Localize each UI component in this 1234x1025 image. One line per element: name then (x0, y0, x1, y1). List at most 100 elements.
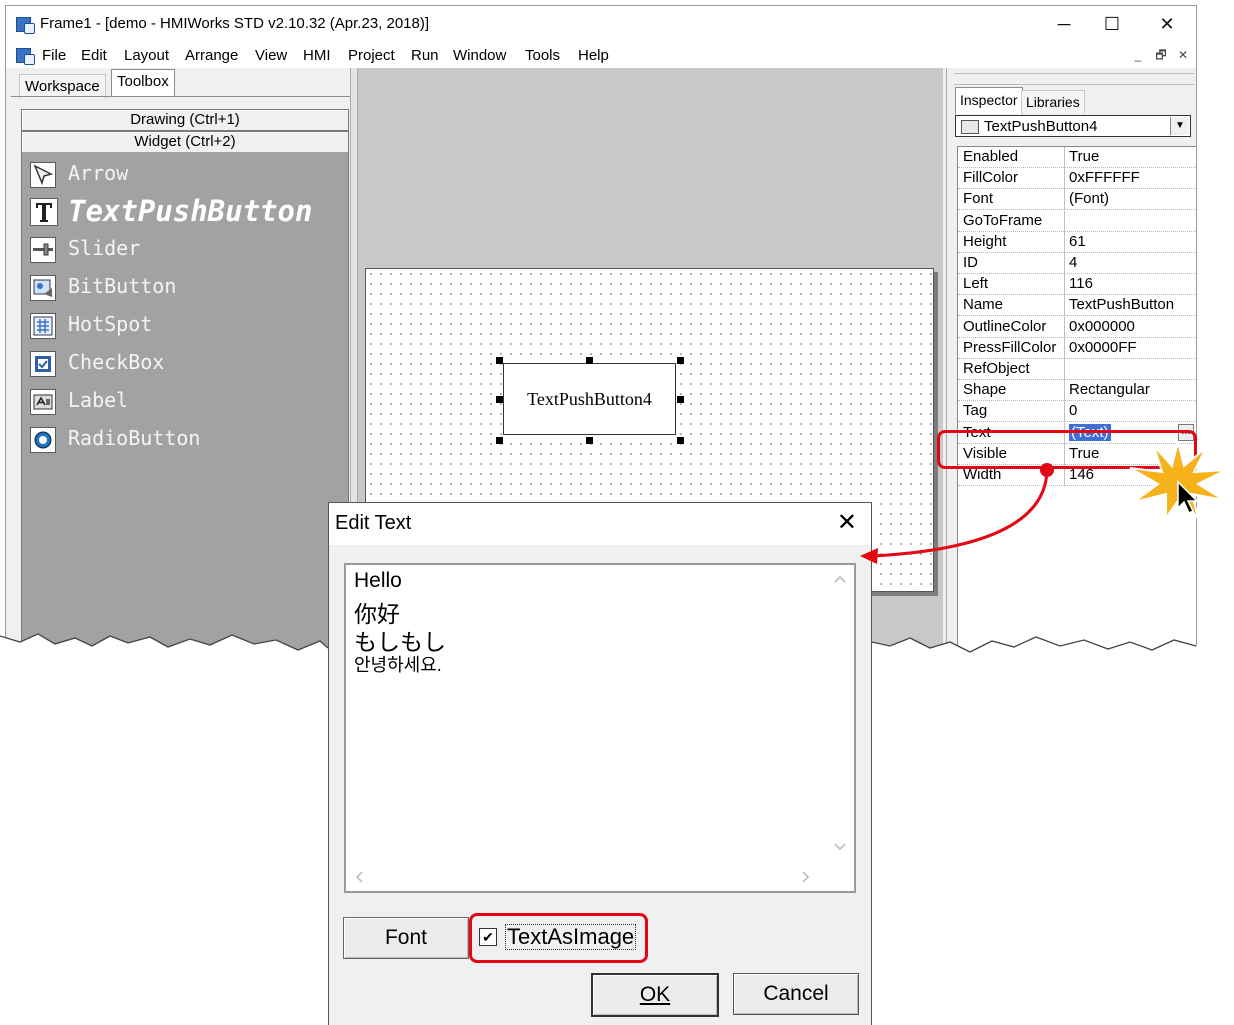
menu-arrange[interactable]: Arrange (185, 47, 238, 64)
font-button[interactable]: Font (343, 917, 469, 959)
object-selector-value: TextPushButton4 (984, 118, 1098, 135)
tool-label: TextPushButton (68, 194, 313, 228)
property-name: RefObject (963, 360, 1030, 377)
menu-view[interactable]: View (255, 47, 287, 64)
property-value[interactable]: 0x000000 (1069, 318, 1135, 335)
property-value[interactable]: 116 (1069, 275, 1093, 292)
resize-handle[interactable] (586, 357, 593, 364)
tool-label: BitButton (68, 274, 177, 298)
textpushbutton-widget[interactable]: TextPushButton4 (503, 363, 676, 435)
mdi-close-button[interactable]: ✕ (1175, 47, 1191, 63)
resize-handle[interactable] (677, 357, 684, 364)
mdi-restore-button[interactable]: 🗗 (1153, 47, 1169, 63)
menu-file[interactable]: File (42, 47, 66, 64)
property-row-pressfillcolor[interactable]: PressFillColor 0x0000FF (958, 337, 1196, 359)
resize-handle[interactable] (496, 437, 503, 444)
resize-handle[interactable] (677, 437, 684, 444)
property-row-outlinecolor[interactable]: OutlineColor 0x000000 (958, 316, 1196, 338)
mdi-minimize-button[interactable]: _ (1130, 47, 1146, 63)
property-value[interactable]: 4 (1069, 254, 1077, 271)
cursor-icon (1177, 480, 1199, 515)
menu-hmi[interactable]: HMI (303, 47, 331, 64)
tool-label: RadioButton (68, 426, 201, 450)
pane-grip[interactable] (954, 73, 1194, 85)
tab-libraries[interactable]: Libraries (1021, 90, 1085, 113)
object-type-icon (961, 120, 979, 134)
hotspot-icon (30, 313, 56, 339)
property-name: Name (963, 296, 1004, 314)
dialog-close-button[interactable]: ✕ (837, 511, 857, 535)
property-value[interactable]: 0xFFFFFF (1069, 169, 1140, 186)
property-value[interactable]: (Font) (1069, 190, 1109, 207)
property-row-tag[interactable]: Tag 0 (958, 401, 1196, 423)
chevron-down-icon[interactable] (833, 842, 847, 852)
maximize-button[interactable]: ☐ (1089, 10, 1135, 38)
tool-label: CheckBox (68, 350, 165, 374)
property-row-name[interactable]: Name TextPushButton (958, 295, 1196, 317)
column-divider (1064, 359, 1065, 380)
menu-help[interactable]: Help (578, 47, 609, 64)
menu-run[interactable]: Run (411, 47, 439, 64)
column-divider (1064, 337, 1065, 359)
resize-handle[interactable] (496, 357, 503, 364)
app-icon (16, 16, 35, 34)
property-row-gotoframe[interactable]: GoToFrame (958, 210, 1196, 232)
cancel-button[interactable]: Cancel (733, 973, 859, 1015)
property-value[interactable]: True (1069, 148, 1099, 165)
resize-handle[interactable] (586, 437, 593, 444)
property-value[interactable]: Rectangular (1069, 381, 1150, 398)
toolbox-pane: Workspace Toolbox Drawing (Ctrl+1) Widge… (11, 68, 356, 666)
close-button[interactable]: ✕ (1144, 10, 1190, 38)
toolbox-list: Arrow TextPushButton Slider BitButton Ho… (21, 152, 349, 666)
tab-inspector[interactable]: Inspector (955, 87, 1023, 114)
chevron-down-icon[interactable]: ▼ (1170, 117, 1189, 135)
menu-layout[interactable]: Layout (124, 47, 169, 64)
minimize-button[interactable]: ─ (1041, 10, 1087, 38)
property-row-shape[interactable]: Shape Rectangular (958, 380, 1196, 402)
text-editor[interactable]: Hello 你好 もしもし 안녕하세요. (344, 563, 856, 893)
vertical-scrollbar[interactable] (830, 568, 848, 858)
object-selector[interactable]: TextPushButton4 ▼ (955, 115, 1191, 137)
resize-handle[interactable] (496, 396, 503, 403)
resize-handle[interactable] (677, 396, 684, 403)
menu-tools[interactable]: Tools (525, 47, 560, 64)
property-name: GoToFrame (963, 211, 1043, 229)
menu-project[interactable]: Project (348, 47, 395, 64)
dialog-title: Edit Text (335, 512, 412, 534)
chevron-right-icon[interactable] (801, 870, 811, 884)
bitbutton-icon (30, 275, 56, 301)
property-name: ID (963, 254, 978, 271)
column-divider (1064, 380, 1065, 402)
column-divider (1064, 231, 1065, 253)
category-drawing[interactable]: Drawing (Ctrl+1) (21, 109, 349, 131)
horizontal-scrollbar[interactable] (349, 867, 819, 885)
property-value[interactable]: TextPushButton (1069, 296, 1174, 313)
property-value[interactable]: 61 (1069, 233, 1086, 250)
property-row-height[interactable]: Height 61 (958, 231, 1196, 253)
text-line: Hello (354, 569, 402, 592)
tab-toolbox[interactable]: Toolbox (111, 69, 175, 97)
column-divider (1064, 274, 1065, 296)
property-value[interactable]: 0x0000FF (1069, 339, 1137, 356)
text-icon (30, 198, 58, 226)
property-row-font[interactable]: Font (Font) (958, 189, 1196, 211)
property-row-left[interactable]: Left 116 (958, 274, 1196, 296)
chevron-left-icon[interactable] (354, 870, 364, 884)
menu-window[interactable]: Window (453, 47, 506, 64)
menu-edit[interactable]: Edit (81, 47, 107, 64)
property-row-fillcolor[interactable]: FillColor 0xFFFFFF (958, 168, 1196, 190)
property-name: Shape (963, 381, 1007, 399)
property-row-refobject[interactable]: RefObject (958, 359, 1196, 380)
column-divider (1064, 147, 1065, 168)
column-divider (1064, 253, 1065, 274)
column-divider (1064, 316, 1065, 338)
ok-button[interactable]: OK (591, 973, 719, 1017)
property-row-enabled[interactable]: Enabled True (958, 147, 1196, 168)
chevron-up-icon[interactable] (833, 574, 847, 584)
property-row-id[interactable]: ID 4 (958, 253, 1196, 274)
inspector-pane: Inspector Libraries TextPushButton4 ▼ En… (946, 68, 1196, 666)
tool-label: Label (68, 388, 129, 412)
property-value[interactable]: 0 (1069, 402, 1077, 419)
property-name: Font (963, 190, 994, 208)
category-widget[interactable]: Widget (Ctrl+2) (21, 131, 349, 153)
